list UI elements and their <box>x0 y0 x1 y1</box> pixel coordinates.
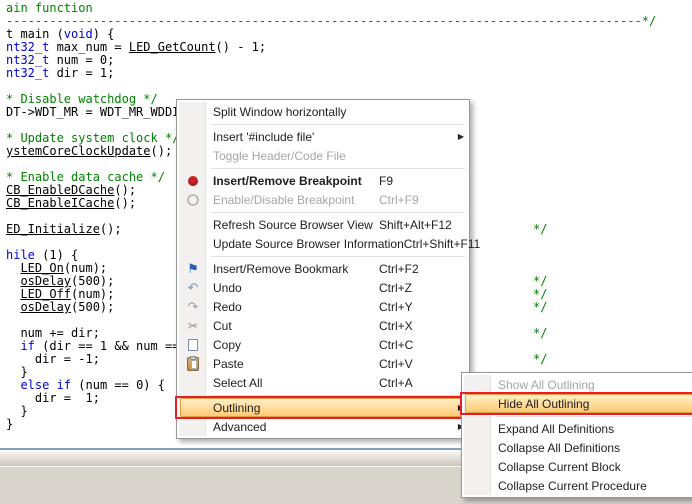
menu-item-toggle-header-code-file-label: Toggle Header/Code File <box>207 149 346 163</box>
menu-item-refresh-source-browser[interactable]: Refresh Source Browser View Shift+Alt+F12 <box>179 215 467 234</box>
comment-end: */ <box>533 327 547 340</box>
comment-end: */ <box>533 353 547 366</box>
menu-item-paste-label: Paste <box>207 357 244 371</box>
redo-icon: ↷ <box>188 300 199 313</box>
breakpoint-disabled-icon <box>187 194 199 206</box>
shortcut-label: Ctrl+Z <box>379 281 461 295</box>
menu-item-update-source-browser[interactable]: Update Source Browser InformationCtrl+Sh… <box>179 234 467 253</box>
menu-item-cut-label: Cut <box>207 319 232 333</box>
submenu-item-show-all-outlining: Show All Outlining <box>464 375 692 394</box>
shortcut-label: Ctrl+V <box>379 357 461 371</box>
menu-item-insert-include-file-label: Insert '#include file' <box>207 130 314 144</box>
shortcut-label: Ctrl+X <box>379 319 461 333</box>
shortcut-label: Ctrl+A <box>379 376 461 390</box>
menu-item-outlining-label: Outlining <box>207 401 260 415</box>
menu-item-undo[interactable]: ↶ Undo Ctrl+Z <box>179 278 467 297</box>
cut-scissors-icon: ✂ <box>188 320 198 332</box>
menu-item-insert-remove-breakpoint[interactable]: Insert/Remove Breakpoint F9 <box>179 171 467 190</box>
menu-item-insert-remove-bookmark-label: Insert/Remove Bookmark <box>207 262 348 276</box>
breakpoint-icon <box>188 176 198 186</box>
shortcut-label: Ctrl+Shift+F11 <box>404 237 486 251</box>
menu-item-copy-label: Copy <box>207 338 241 352</box>
menu-item-undo-label: Undo <box>207 281 242 295</box>
menu-item-insert-remove-breakpoint-label: Insert/Remove Breakpoint <box>207 174 362 188</box>
shortcut-label: F9 <box>379 174 461 188</box>
context-menu: Split Window horizontally Insert '#includ… <box>176 99 470 439</box>
shortcut-label: Shift+Alt+F12 <box>379 218 461 232</box>
submenu-item-show-all-outlining-label: Show All Outlining <box>492 378 595 392</box>
menu-item-outlining[interactable]: Outlining▶ <box>179 398 467 417</box>
submenu-item-collapse-current-block[interactable]: Collapse Current Block <box>464 457 692 476</box>
menu-item-enable-disable-breakpoint-label: Enable/Disable Breakpoint <box>207 193 354 207</box>
menu-item-split-window-label: Split Window horizontally <box>207 105 346 119</box>
submenu-item-hide-all-outlining[interactable]: Hide All Outlining <box>464 394 692 413</box>
shortcut-label: Ctrl+C <box>379 338 461 352</box>
submenu-item-collapse-all-definitions-label: Collapse All Definitions <box>492 441 620 455</box>
menu-item-cut[interactable]: ✂ Cut Ctrl+X <box>179 316 467 335</box>
submenu-item-expand-all-definitions-label: Expand All Definitions <box>492 422 614 436</box>
submenu-item-expand-all-definitions[interactable]: Expand All Definitions <box>464 419 692 438</box>
shortcut-label: Ctrl+F9 <box>379 193 461 207</box>
submenu-item-collapse-current-procedure-label: Collapse Current Procedure <box>492 479 647 493</box>
paste-icon <box>187 357 199 371</box>
menu-item-enable-disable-breakpoint: Enable/Disable Breakpoint Ctrl+F9 <box>179 190 467 209</box>
menu-item-toggle-header-code-file: Toggle Header/Code File <box>179 146 467 165</box>
menu-item-redo-label: Redo <box>207 300 242 314</box>
menu-item-insert-remove-bookmark[interactable]: ⚑ Insert/Remove Bookmark Ctrl+F2 <box>179 259 467 278</box>
menu-item-insert-include-file[interactable]: Insert '#include file' ▶ <box>179 127 467 146</box>
code-line: nt32_t dir = 1; <box>6 67 692 80</box>
menu-item-copy[interactable]: Copy Ctrl+C <box>179 335 467 354</box>
menu-item-advanced-label: Advanced <box>207 420 266 434</box>
undo-icon: ↶ <box>188 281 199 294</box>
screenshot-root: ain function----------------------------… <box>0 0 692 504</box>
outlining-submenu: Show All Outlining Hide All Outlining Expa… <box>461 372 692 498</box>
menu-item-redo[interactable]: ↷ Redo Ctrl+Y <box>179 297 467 316</box>
menu-item-select-all-label: Select All <box>207 376 262 390</box>
submenu-arrow-icon: ▶ <box>458 132 464 141</box>
bookmark-flag-icon: ⚑ <box>187 262 199 275</box>
shortcut-label: Ctrl+Y <box>379 300 461 314</box>
copy-icon <box>188 339 198 351</box>
submenu-item-collapse-current-procedure[interactable]: Collapse Current Procedure <box>464 476 692 495</box>
menu-item-advanced[interactable]: Advanced▶ <box>179 417 467 436</box>
shortcut-label: Ctrl+F2 <box>379 262 461 276</box>
comment-end: */ <box>533 223 547 236</box>
submenu-item-collapse-all-definitions[interactable]: Collapse All Definitions <box>464 438 692 457</box>
submenu-item-collapse-current-block-label: Collapse Current Block <box>492 460 621 474</box>
menu-item-split-window[interactable]: Split Window horizontally <box>179 102 467 121</box>
comment-end: */ <box>533 301 547 314</box>
menu-item-refresh-source-browser-label: Refresh Source Browser View <box>207 218 373 232</box>
menu-item-update-source-browser-label: Update Source Browser Information <box>207 237 404 251</box>
submenu-item-hide-all-outlining-label: Hide All Outlining <box>492 397 589 411</box>
menu-item-select-all[interactable]: Select All Ctrl+A <box>179 373 467 392</box>
menu-item-paste[interactable]: Paste Ctrl+V <box>179 354 467 373</box>
